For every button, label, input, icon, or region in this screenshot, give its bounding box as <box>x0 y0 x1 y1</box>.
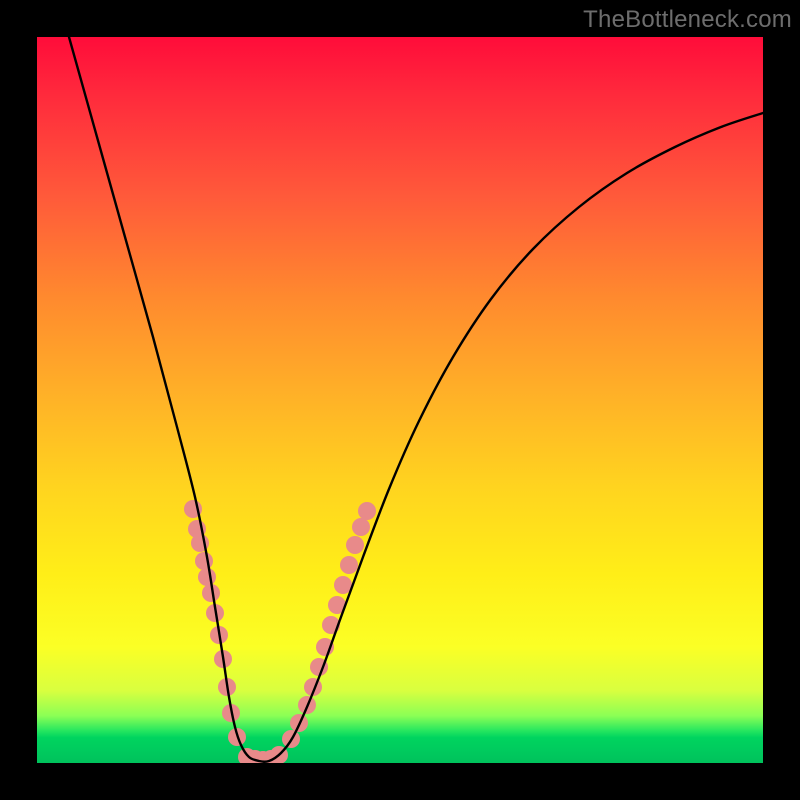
bottleneck-curve <box>69 37 763 762</box>
highlight-dot <box>195 552 213 570</box>
marker-layer <box>184 500 376 763</box>
highlight-dot <box>198 568 216 586</box>
highlight-dot <box>346 536 364 554</box>
plot-area <box>37 37 763 763</box>
watermark-text: TheBottleneck.com <box>583 6 792 34</box>
chart-svg <box>37 37 763 763</box>
chart-frame: TheBottleneck.com <box>0 0 800 800</box>
highlight-dot <box>340 556 358 574</box>
highlight-dot <box>358 502 376 520</box>
highlight-dot <box>352 518 370 536</box>
